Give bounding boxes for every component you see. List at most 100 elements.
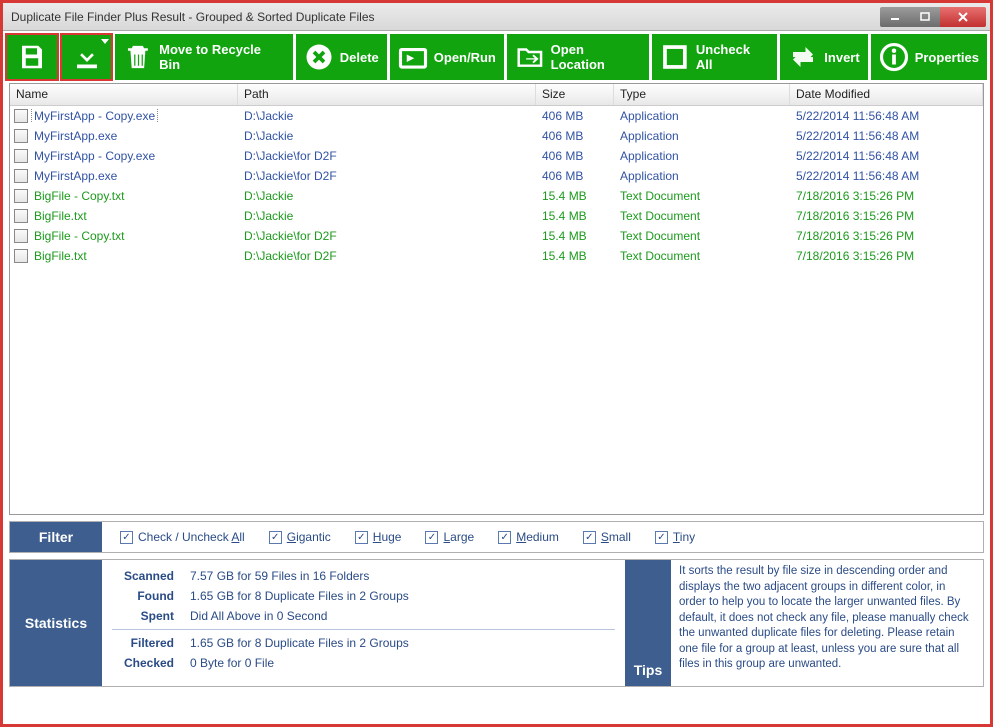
table-row[interactable]: BigFile - Copy.txtD:\Jackie\for D2F15.4 … [10, 226, 983, 246]
info-icon [879, 42, 909, 72]
open-button[interactable]: Open/Run [390, 34, 504, 80]
col-type-header[interactable]: Type [614, 84, 790, 105]
row-type: Application [614, 149, 790, 163]
row-name: MyFirstApp - Copy.exe [32, 109, 157, 123]
row-checkbox[interactable] [14, 209, 28, 223]
row-date: 7/18/2016 3:15:26 PM [790, 189, 983, 203]
row-name: BigFile - Copy.txt [32, 189, 124, 203]
tips-label: Tips [625, 560, 671, 686]
row-path: D:\Jackie\for D2F [238, 249, 536, 263]
stat-found-key: Found [112, 586, 182, 606]
row-date: 7/18/2016 3:15:26 PM [790, 209, 983, 223]
row-type: Text Document [614, 249, 790, 263]
statistics-body: Scanned7.57 GB for 59 Files in 16 Folder… [102, 560, 625, 686]
filter-check-all[interactable]: ✓Check / Uncheck All [120, 530, 245, 544]
row-checkbox[interactable] [14, 229, 28, 243]
row-size: 406 MB [536, 149, 614, 163]
row-path: D:\Jackie [238, 129, 536, 143]
filter-label: Filter [10, 522, 102, 552]
delete-button[interactable]: Delete [296, 34, 387, 80]
filter-tiny[interactable]: ✓Tiny [655, 530, 695, 544]
properties-button[interactable]: Properties [871, 34, 987, 80]
row-type: Application [614, 129, 790, 143]
table-row[interactable]: MyFirstApp.exeD:\Jackie\for D2F406 MBApp… [10, 166, 983, 186]
invert-icon [788, 42, 818, 72]
save-button[interactable] [6, 34, 58, 80]
filter-panel: Filter ✓Check / Uncheck All ✓Gigantic ✓H… [9, 521, 984, 553]
table-row[interactable]: BigFile - Copy.txtD:\Jackie15.4 MBText D… [10, 186, 983, 206]
row-size: 15.4 MB [536, 209, 614, 223]
recycle-button[interactable]: Move to Recycle Bin [115, 34, 292, 80]
filter-medium[interactable]: ✓Medium [498, 530, 559, 544]
row-date: 5/22/2014 11:56:48 AM [790, 109, 983, 123]
row-type: Text Document [614, 229, 790, 243]
row-type: Text Document [614, 189, 790, 203]
stat-filtered-key: Filtered [112, 633, 182, 653]
download-icon [72, 42, 102, 72]
grid-header: Name Path Size Type Date Modified [10, 84, 983, 106]
row-path: D:\Jackie [238, 109, 536, 123]
checkbox-icon: ✓ [583, 531, 596, 544]
uncheck-label: Uncheck All [696, 42, 769, 72]
col-name-header[interactable]: Name [10, 84, 238, 105]
filter-small[interactable]: ✓Small [583, 530, 631, 544]
load-button[interactable] [61, 34, 113, 80]
table-row[interactable]: BigFile.txt D:\Jackie\for D2F15.4 MBText … [10, 246, 983, 266]
col-path-header[interactable]: Path [238, 84, 536, 105]
row-size: 15.4 MB [536, 249, 614, 263]
row-type: Application [614, 109, 790, 123]
row-date: 7/18/2016 3:15:26 PM [790, 249, 983, 263]
row-name: BigFile.txt [32, 249, 87, 263]
table-row[interactable]: BigFile.txtD:\Jackie15.4 MBText Document… [10, 206, 983, 226]
minimize-button[interactable] [880, 7, 910, 27]
uncheck-all-button[interactable]: Uncheck All [652, 34, 777, 80]
row-path: D:\Jackie\for D2F [238, 169, 536, 183]
save-icon [17, 42, 47, 72]
close-button[interactable] [940, 7, 986, 27]
row-name: BigFile - Copy.txt [32, 229, 124, 243]
checkbox-icon: ✓ [425, 531, 438, 544]
delete-icon [304, 42, 334, 72]
row-checkbox[interactable] [14, 249, 28, 263]
filter-huge[interactable]: ✓Huge [355, 530, 402, 544]
filter-large[interactable]: ✓Large [425, 530, 474, 544]
recycle-label: Move to Recycle Bin [159, 42, 285, 72]
col-date-header[interactable]: Date Modified [790, 84, 983, 105]
table-row[interactable]: MyFirstApp - Copy.exe D:\Jackie406 MBAppl… [10, 106, 983, 126]
bottom-panel: Statistics Scanned7.57 GB for 59 Files i… [9, 559, 984, 687]
checkbox-icon: ✓ [498, 531, 511, 544]
row-checkbox[interactable] [14, 149, 28, 163]
results-grid: Name Path Size Type Date Modified MyFirs… [9, 83, 984, 515]
invert-label: Invert [824, 50, 859, 65]
delete-label: Delete [340, 50, 379, 65]
table-row[interactable]: MyFirstApp.exeD:\Jackie406 MBApplication… [10, 126, 983, 146]
maximize-button[interactable] [910, 7, 940, 27]
folder-arrow-icon [515, 42, 545, 72]
col-size-header[interactable]: Size [536, 84, 614, 105]
uncheck-icon [660, 42, 690, 72]
filter-gigantic[interactable]: ✓Gigantic [269, 530, 331, 544]
row-checkbox[interactable] [14, 169, 28, 183]
row-checkbox[interactable] [14, 109, 28, 123]
row-checkbox[interactable] [14, 189, 28, 203]
invert-button[interactable]: Invert [780, 34, 867, 80]
table-row[interactable]: MyFirstApp - Copy.exeD:\Jackie\for D2F40… [10, 146, 983, 166]
open-location-button[interactable]: Open Location [507, 34, 649, 80]
grid-body: MyFirstApp - Copy.exeD:\Jackie406 MBAppl… [10, 106, 983, 266]
row-size: 406 MB [536, 109, 614, 123]
tips-text: It sorts the result by file size in desc… [671, 560, 983, 686]
row-date: 5/22/2014 11:56:48 AM [790, 169, 983, 183]
trash-icon [123, 42, 153, 72]
row-date: 7/18/2016 3:15:26 PM [790, 229, 983, 243]
checkbox-icon: ✓ [269, 531, 282, 544]
checkbox-icon: ✓ [655, 531, 668, 544]
stat-filtered-value: 1.65 GB for 8 Duplicate Files in 2 Group… [182, 633, 417, 653]
stat-spent-key: Spent [112, 606, 182, 626]
row-path: D:\Jackie [238, 209, 536, 223]
open-location-label: Open Location [551, 42, 641, 72]
row-size: 15.4 MB [536, 229, 614, 243]
row-type: Text Document [614, 209, 790, 223]
row-checkbox[interactable] [14, 129, 28, 143]
row-name: MyFirstApp.exe [32, 129, 117, 143]
row-date: 5/22/2014 11:56:48 AM [790, 129, 983, 143]
